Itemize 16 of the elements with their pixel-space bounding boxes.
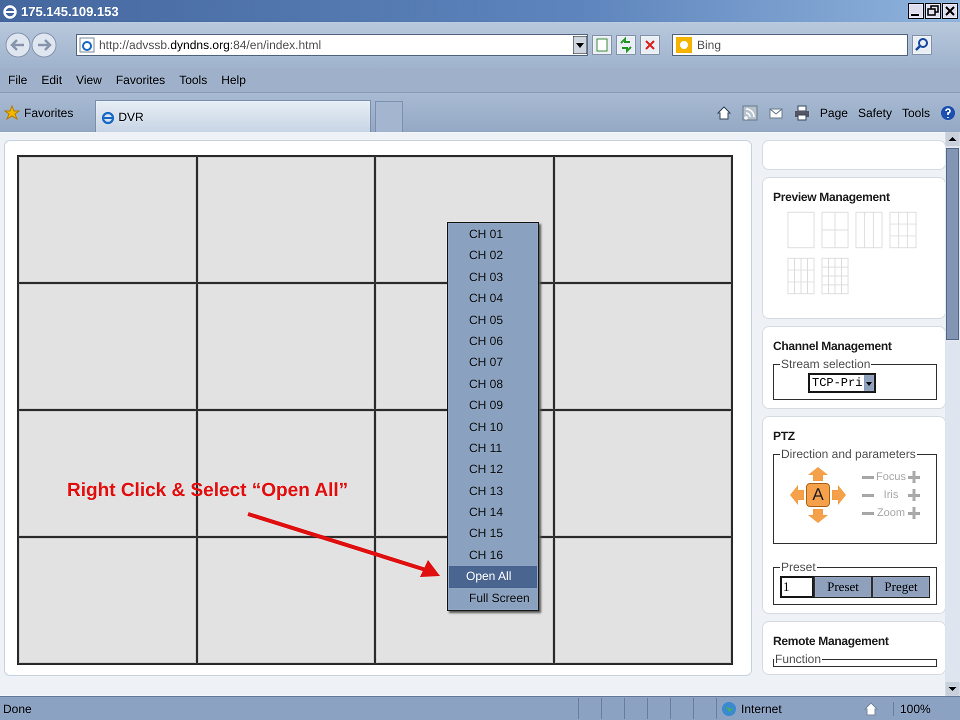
section-title: Preview Management [773,190,891,204]
status-text: Done [2,702,33,716]
tab-title: DVR [118,110,144,124]
group-label: Preset [780,560,817,574]
section-title: Remote Management [773,634,890,648]
group-label: Stream selection [780,357,872,371]
parameter-label: Iris [882,489,900,501]
group-label: Direction and parameters [780,447,917,461]
parameter-label: Focus [876,471,906,483]
url-text: http://advssb.dyndns.org:84/en/index.html [99,38,322,52]
section-title: Channel Management [773,339,893,353]
section-title: PTZ [773,429,796,443]
group-label: Function [774,652,822,666]
window-title: 175.145.109.153 [21,4,120,18]
parameter-label: Zoom [876,507,906,519]
zone-label: Internet [741,702,782,716]
